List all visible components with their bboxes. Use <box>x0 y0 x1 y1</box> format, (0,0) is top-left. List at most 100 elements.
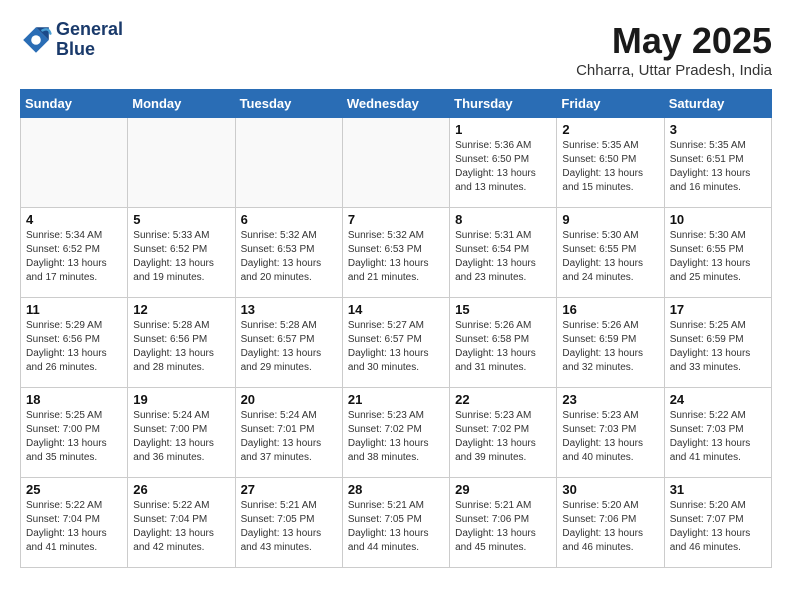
day-info: Sunrise: 5:22 AMSunset: 7:04 PMDaylight:… <box>26 499 122 555</box>
day-info: Sunrise: 5:21 AMSunset: 7:05 PMDaylight:… <box>241 499 337 555</box>
calendar-cell: 11 Sunrise: 5:29 AMSunset: 6:56 PMDayligh… <box>21 298 128 388</box>
day-number: 2 <box>562 122 658 137</box>
calendar-cell: 27 Sunrise: 5:21 AMSunset: 7:05 PMDayligh… <box>235 478 342 568</box>
week-row-4: 18Sunrise: 5:25 AMSunset: 7:00 PMDayligh… <box>21 388 772 478</box>
day-info: Sunrise: 5:20 AMSunset: 7:06 PMDaylight:… <box>562 499 658 555</box>
calendar-cell <box>235 118 342 208</box>
calendar-cell: 3 Sunrise: 5:35 AMSunset: 6:51 PMDaylight… <box>664 118 771 208</box>
day-info: Sunrise: 5:32 AMSunset: 6:53 PMDaylight:… <box>348 229 444 285</box>
day-number: 15 <box>455 302 551 317</box>
logo-line2: Blue <box>56 40 123 60</box>
weekday-header-sunday: Sunday <box>21 90 128 118</box>
calendar-cell: 17 Sunrise: 5:25 AMSunset: 6:59 PMDayligh… <box>664 298 771 388</box>
calendar-cell: 2 Sunrise: 5:35 AMSunset: 6:50 PMDaylight… <box>557 118 664 208</box>
calendar-cell: 22 Sunrise: 5:23 AMSunset: 7:02 PMDayligh… <box>450 388 557 478</box>
calendar-cell <box>128 118 235 208</box>
day-number: 14 <box>348 302 444 317</box>
day-info: Sunrise: 5:33 AMSunset: 6:52 PMDaylight:… <box>133 229 229 285</box>
day-info: Sunrise: 5:24 AMSunset: 7:00 PMDaylight:… <box>133 409 229 465</box>
day-number: 6 <box>241 212 337 227</box>
calendar-cell: 12 Sunrise: 5:28 AMSunset: 6:56 PMDayligh… <box>128 298 235 388</box>
day-number: 25 <box>26 482 122 497</box>
calendar-cell <box>21 118 128 208</box>
day-number: 26 <box>133 482 229 497</box>
day-number: 7 <box>348 212 444 227</box>
title-block: May 2025 Chharra, Uttar Pradesh, India <box>576 20 772 79</box>
calendar-cell: 16 Sunrise: 5:26 AMSunset: 6:59 PMDayligh… <box>557 298 664 388</box>
day-number: 27 <box>241 482 337 497</box>
day-info: Sunrise: 5:28 AMSunset: 6:56 PMDaylight:… <box>133 319 229 375</box>
calendar-cell: 10 Sunrise: 5:30 AMSunset: 6:55 PMDayligh… <box>664 208 771 298</box>
day-info: Sunrise: 5:29 AMSunset: 6:56 PMDaylight:… <box>26 319 122 375</box>
day-number: 3 <box>670 122 766 137</box>
day-number: 13 <box>241 302 337 317</box>
calendar-cell: 26 Sunrise: 5:22 AMSunset: 7:04 PMDayligh… <box>128 478 235 568</box>
day-info: Sunrise: 5:21 AMSunset: 7:05 PMDaylight:… <box>348 499 444 555</box>
day-number: 16 <box>562 302 658 317</box>
day-info: Sunrise: 5:25 AMSunset: 6:59 PMDaylight:… <box>670 319 766 375</box>
day-info: Sunrise: 5:36 AMSunset: 6:50 PMDaylight:… <box>455 139 551 195</box>
day-info: Sunrise: 5:32 AMSunset: 6:53 PMDaylight:… <box>241 229 337 285</box>
day-number: 29 <box>455 482 551 497</box>
logo-icon <box>20 24 52 56</box>
calendar-cell: 5Sunrise: 5:33 AMSunset: 6:52 PMDaylight… <box>128 208 235 298</box>
page-header: General Blue May 2025 Chharra, Uttar Pra… <box>20 20 772 79</box>
day-number: 10 <box>670 212 766 227</box>
logo: General Blue <box>20 20 123 60</box>
day-number: 22 <box>455 392 551 407</box>
logo-line1: General <box>56 20 123 40</box>
weekday-header-row: SundayMondayTuesdayWednesdayThursdayFrid… <box>21 90 772 118</box>
day-info: Sunrise: 5:23 AMSunset: 7:03 PMDaylight:… <box>562 409 658 465</box>
calendar-cell: 29Sunrise: 5:21 AMSunset: 7:06 PMDayligh… <box>450 478 557 568</box>
day-number: 19 <box>133 392 229 407</box>
day-info: Sunrise: 5:23 AMSunset: 7:02 PMDaylight:… <box>348 409 444 465</box>
day-info: Sunrise: 5:26 AMSunset: 6:58 PMDaylight:… <box>455 319 551 375</box>
calendar-cell: 15 Sunrise: 5:26 AMSunset: 6:58 PMDayligh… <box>450 298 557 388</box>
day-number: 31 <box>670 482 766 497</box>
day-info: Sunrise: 5:35 AMSunset: 6:50 PMDaylight:… <box>562 139 658 195</box>
calendar-table: SundayMondayTuesdayWednesdayThursdayFrid… <box>20 89 772 568</box>
calendar-cell: 24Sunrise: 5:22 AMSunset: 7:03 PMDayligh… <box>664 388 771 478</box>
day-info: Sunrise: 5:26 AMSunset: 6:59 PMDaylight:… <box>562 319 658 375</box>
day-number: 12 <box>133 302 229 317</box>
day-number: 28 <box>348 482 444 497</box>
calendar-cell: 28 Sunrise: 5:21 AMSunset: 7:05 PMDayligh… <box>342 478 449 568</box>
calendar-cell: 14Sunrise: 5:27 AMSunset: 6:57 PMDayligh… <box>342 298 449 388</box>
calendar-cell: 30 Sunrise: 5:20 AMSunset: 7:06 PMDayligh… <box>557 478 664 568</box>
calendar-cell: 18Sunrise: 5:25 AMSunset: 7:00 PMDayligh… <box>21 388 128 478</box>
calendar-cell: 6 Sunrise: 5:32 AMSunset: 6:53 PMDaylight… <box>235 208 342 298</box>
day-info: Sunrise: 5:28 AMSunset: 6:57 PMDaylight:… <box>241 319 337 375</box>
calendar-cell: 31 Sunrise: 5:20 AMSunset: 7:07 PMDayligh… <box>664 478 771 568</box>
weekday-header-thursday: Thursday <box>450 90 557 118</box>
calendar-cell: 13 Sunrise: 5:28 AMSunset: 6:57 PMDayligh… <box>235 298 342 388</box>
day-number: 8 <box>455 212 551 227</box>
day-info: Sunrise: 5:20 AMSunset: 7:07 PMDaylight:… <box>670 499 766 555</box>
day-info: Sunrise: 5:23 AMSunset: 7:02 PMDaylight:… <box>455 409 551 465</box>
location: Chharra, Uttar Pradesh, India <box>576 62 772 79</box>
day-info: Sunrise: 5:30 AMSunset: 6:55 PMDaylight:… <box>670 229 766 285</box>
calendar-cell: 1 Sunrise: 5:36 AMSunset: 6:50 PMDaylight… <box>450 118 557 208</box>
day-number: 17 <box>670 302 766 317</box>
calendar-cell: 19 Sunrise: 5:24 AMSunset: 7:00 PMDayligh… <box>128 388 235 478</box>
week-row-2: 4 Sunrise: 5:34 AMSunset: 6:52 PMDaylight… <box>21 208 772 298</box>
day-number: 9 <box>562 212 658 227</box>
week-row-1: 1 Sunrise: 5:36 AMSunset: 6:50 PMDaylight… <box>21 118 772 208</box>
day-number: 11 <box>26 302 122 317</box>
day-info: Sunrise: 5:22 AMSunset: 7:03 PMDaylight:… <box>670 409 766 465</box>
week-row-5: 25 Sunrise: 5:22 AMSunset: 7:04 PMDayligh… <box>21 478 772 568</box>
day-number: 1 <box>455 122 551 137</box>
week-row-3: 11 Sunrise: 5:29 AMSunset: 6:56 PMDayligh… <box>21 298 772 388</box>
calendar-cell: 4 Sunrise: 5:34 AMSunset: 6:52 PMDaylight… <box>21 208 128 298</box>
weekday-header-friday: Friday <box>557 90 664 118</box>
day-number: 21 <box>348 392 444 407</box>
calendar-cell: 20Sunrise: 5:24 AMSunset: 7:01 PMDayligh… <box>235 388 342 478</box>
calendar-cell: 23Sunrise: 5:23 AMSunset: 7:03 PMDayligh… <box>557 388 664 478</box>
day-number: 4 <box>26 212 122 227</box>
day-info: Sunrise: 5:34 AMSunset: 6:52 PMDaylight:… <box>26 229 122 285</box>
day-number: 30 <box>562 482 658 497</box>
day-info: Sunrise: 5:35 AMSunset: 6:51 PMDaylight:… <box>670 139 766 195</box>
day-info: Sunrise: 5:24 AMSunset: 7:01 PMDaylight:… <box>241 409 337 465</box>
weekday-header-tuesday: Tuesday <box>235 90 342 118</box>
day-info: Sunrise: 5:22 AMSunset: 7:04 PMDaylight:… <box>133 499 229 555</box>
day-number: 18 <box>26 392 122 407</box>
